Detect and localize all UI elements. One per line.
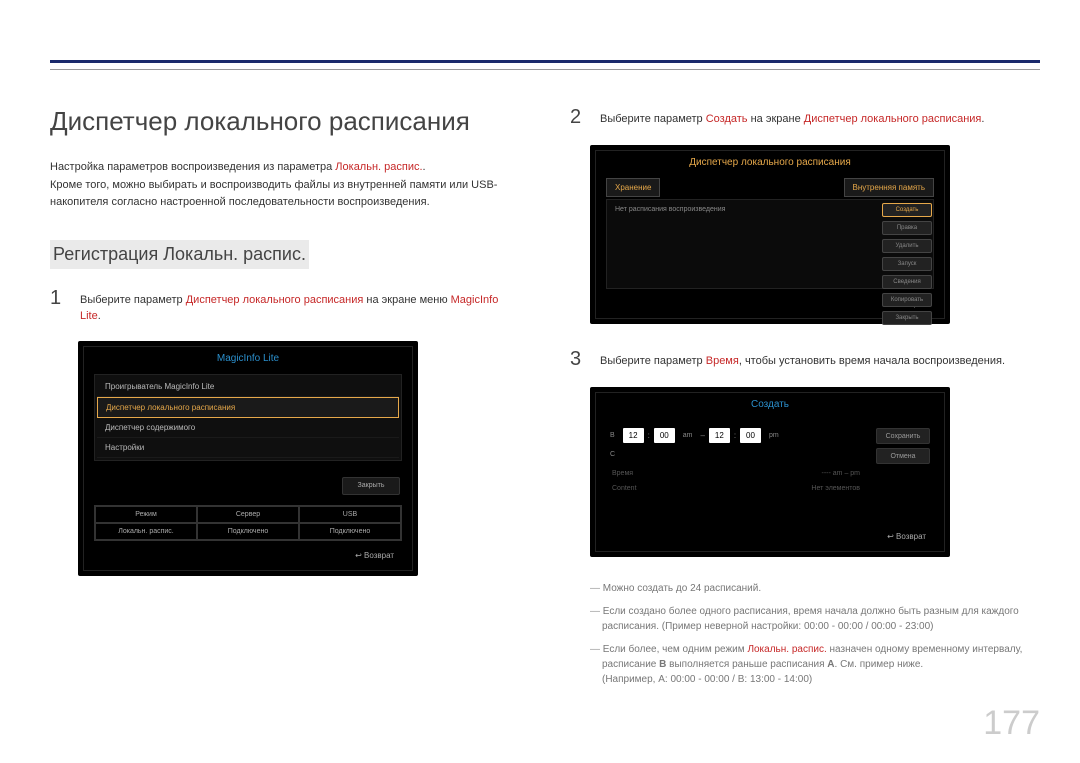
ui3-ampm1[interactable]: am	[679, 432, 697, 439]
ui3-cancel-button[interactable]: Отмена	[876, 448, 930, 464]
ui3-hour2[interactable]: 12	[709, 428, 730, 443]
ui1-item[interactable]: Диспетчер содержимого	[97, 418, 399, 438]
intro-line2: Кроме того, можно выбирать и воспроизвод…	[50, 179, 497, 209]
ui3-ampm2[interactable]: pm	[765, 432, 783, 439]
ui1-return[interactable]: Возврат	[84, 545, 412, 570]
header-rule-thin	[50, 69, 1040, 70]
page-number: 177	[983, 704, 1040, 743]
ui2-btn[interactable]: Закрыть	[882, 311, 932, 325]
ui1-close-button[interactable]: Закрыть	[342, 477, 400, 495]
page-title: Диспетчер локального расписания	[50, 106, 520, 137]
ui1-list: Проигрыватель MagicInfo Lite Диспетчер л…	[94, 374, 402, 461]
ui3-time-row: В 12 : 00 am – 12 : 00 pm	[606, 428, 866, 443]
notes: Можно создать до 24 расписаний. Если соз…	[590, 581, 1040, 687]
section-heading: Регистрация Локальн. распис.	[50, 240, 309, 269]
ui3-faded-row: ContentНет элементов	[606, 481, 866, 496]
ui1-item[interactable]: Проигрыватель MagicInfo Lite	[97, 377, 399, 397]
note-3: Если более, чем одним режим Локальн. рас…	[590, 642, 1040, 687]
ui3-return[interactable]: Возврат	[596, 526, 944, 551]
step-2-text: Выберите параметр Создать на экране Дисп…	[600, 106, 984, 129]
ui1-cell: Локальн. распис.	[95, 523, 197, 540]
intro-post: .	[423, 161, 426, 173]
ui3-hour1[interactable]: 12	[623, 428, 644, 443]
header-rule-thick	[50, 60, 1040, 63]
ui3-min1[interactable]: 00	[654, 428, 675, 443]
ui3-title: Создать	[596, 393, 944, 420]
intro-text: Настройка параметров воспроизведения из …	[50, 159, 520, 212]
ui2-btn[interactable]: Удалить	[882, 239, 932, 253]
ui-screenshot-create: Создать В 12 : 00 am – 12 :	[590, 387, 950, 557]
ui1-status-grid: Режим Сервер USB Локальн. распис. Подклю…	[94, 505, 402, 541]
ui2-btn[interactable]: Сведения	[882, 275, 932, 289]
ui1-item-highlight[interactable]: Диспетчер локального расписания	[97, 397, 399, 418]
ui-screenshot-magicinfo: MagicInfo Lite Проигрыватель MagicInfo L…	[78, 341, 418, 576]
intro-red: Локальн. распис.	[335, 161, 422, 173]
ui3-save-button[interactable]: Сохранить	[876, 428, 930, 444]
step-number: 1	[50, 287, 66, 325]
ui3-label-c: С	[606, 451, 619, 458]
step-1: 1 Выберите параметр Диспетчер локального…	[50, 287, 520, 325]
ui3-faded-row: Время---- am – pm	[606, 466, 866, 481]
ui2-btn[interactable]: Правка	[882, 221, 932, 235]
ui2-tab-memory[interactable]: Внутренняя память	[844, 178, 934, 197]
ui1-cell: Режим	[95, 506, 197, 523]
ui-screenshot-schedule: Диспетчер локального расписания Хранение…	[590, 145, 950, 324]
step-3: 3 Выберите параметр Время, чтобы установ…	[570, 348, 1040, 371]
step-2: 2 Выберите параметр Создать на экране Ди…	[570, 106, 1040, 129]
ui3-label-b: В	[606, 432, 619, 439]
ui2-btn[interactable]: Копировать	[882, 293, 932, 307]
ui1-cell: Сервер	[197, 506, 299, 523]
intro-pre: Настройка параметров воспроизведения из …	[50, 161, 335, 173]
ui1-title: MagicInfo Lite	[84, 347, 412, 374]
step-number: 3	[570, 348, 586, 371]
step-number: 2	[570, 106, 586, 129]
step-1-text: Выберите параметр Диспетчер локального р…	[80, 287, 520, 325]
note-1: Можно создать до 24 расписаний.	[590, 581, 1040, 596]
ui1-cell: Подключено	[299, 523, 401, 540]
ui2-btn-create[interactable]: Создать	[882, 203, 932, 217]
note-2: Если создано более одного расписания, вр…	[590, 604, 1040, 634]
ui2-btn[interactable]: Запуск	[882, 257, 932, 271]
ui2-title: Диспетчер локального расписания	[596, 151, 944, 178]
ui1-item[interactable]: Настройки	[97, 438, 399, 458]
ui3-min2[interactable]: 00	[740, 428, 761, 443]
ui2-tab-storage[interactable]: Хранение	[606, 178, 660, 197]
ui1-cell: Подключено	[197, 523, 299, 540]
step-3-text: Выберите параметр Время, чтобы установит…	[600, 348, 1005, 371]
ui1-cell: USB	[299, 506, 401, 523]
